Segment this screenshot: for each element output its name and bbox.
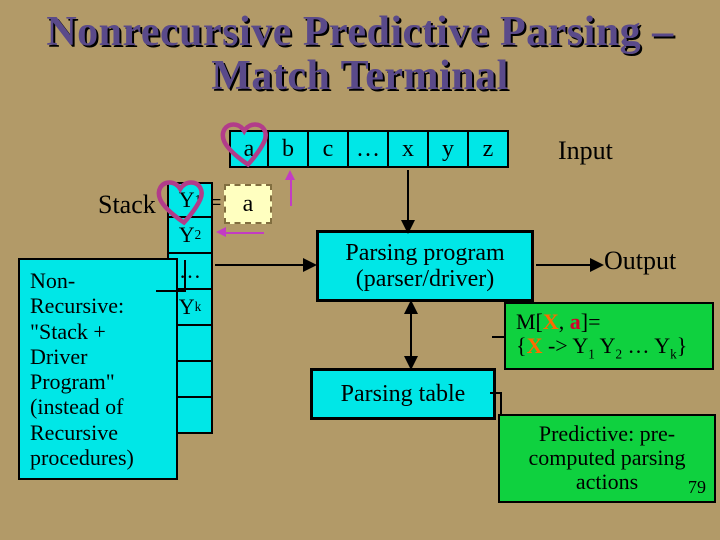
arrow-head-icon <box>590 258 604 272</box>
tape-cell: y <box>429 130 469 168</box>
predictive-box: Predictive: pre-computed parsing actions <box>498 414 716 503</box>
rule-text: { <box>516 333 527 358</box>
table-entry-box: M[X, a]= {X -> Y1 Y2 … Yk} <box>504 302 714 370</box>
stack-label: Stack <box>98 190 156 220</box>
rule-text: } <box>677 333 688 358</box>
arrow-head-icon <box>285 170 295 180</box>
parsing-program-line2: (parser/driver) <box>345 266 504 292</box>
rule-text: , <box>559 309 570 334</box>
rule-text: Y <box>595 333 616 358</box>
rule-a: a <box>570 309 581 334</box>
arrow-head-icon <box>303 258 317 272</box>
arrow-line <box>492 336 504 338</box>
nonrecursive-callout: Non-Recursive: "Stack + Driver Program" … <box>18 258 178 480</box>
arrow-line <box>500 392 502 416</box>
tape-cell: x <box>389 130 429 168</box>
callout-text: Non-Recursive: "Stack + Driver Program" … <box>30 268 134 470</box>
matched-terminal-value: a <box>243 191 254 218</box>
heart-icon <box>154 170 214 230</box>
tape-cell: c <box>309 130 349 168</box>
arrow-head-icon <box>404 300 418 314</box>
arrow-head-icon <box>401 220 415 234</box>
arrow-head-icon <box>404 356 418 370</box>
rule-sub: 1 <box>588 347 595 362</box>
matched-terminal-box: = a <box>224 184 272 224</box>
input-label: Input <box>558 136 613 166</box>
callout-leader-line <box>156 290 184 292</box>
parsing-table-box: Parsing table <box>310 368 496 420</box>
page-number: 79 <box>688 477 706 498</box>
rule-text: … <box>622 333 650 358</box>
slide-title: Nonrecursive Predictive Parsing – Match … <box>0 10 720 98</box>
rule-text: -> Y <box>542 333 588 358</box>
rule-text: ]= <box>581 309 601 334</box>
tape-cell: z <box>469 130 509 168</box>
arrow-head-icon <box>216 227 226 237</box>
parsing-program-box: Parsing program (parser/driver) <box>316 230 534 302</box>
rule-text: Y <box>650 333 671 358</box>
arrow-line <box>290 176 292 206</box>
rule-text: M[ <box>516 309 543 334</box>
arrow-line <box>224 232 264 234</box>
rule-sub: k <box>670 347 677 362</box>
parsing-program-line1: Parsing program <box>345 240 504 266</box>
rule-X: X <box>527 333 543 358</box>
rule-X: X <box>543 309 559 334</box>
tape-cell: … <box>349 130 389 168</box>
arrow-line <box>536 264 594 266</box>
output-label: Output <box>604 246 676 276</box>
arrow-line <box>215 264 313 266</box>
heart-icon <box>218 112 278 172</box>
